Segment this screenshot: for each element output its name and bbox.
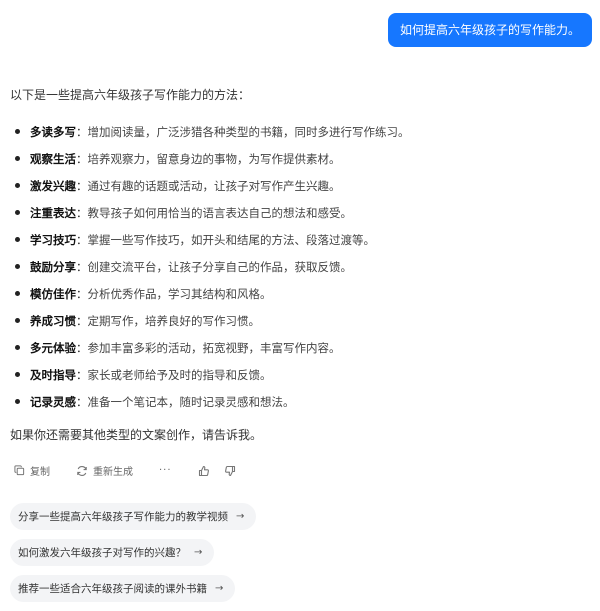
suggestion-chip[interactable]: 推荐一些适合六年级孩子阅读的课外书籍 →	[10, 575, 236, 602]
list-item: 及时指导：家长或老师给予及时的指导和反馈。	[10, 361, 592, 388]
suggestion-chip[interactable]: 如何激发六年级孩子对写作的兴趣？ →	[10, 539, 215, 566]
tip-separator: ：	[76, 259, 88, 274]
regenerate-icon	[76, 465, 88, 477]
bullet-dot	[15, 318, 20, 323]
list-item: 鼓励分享：创建交流平台，让孩子分享自己的作品，获取反馈。	[10, 253, 592, 280]
chat-page: 如何提高六年级孩子的写作能力。 以下是一些提高六年级孩子写作能力的方法： 多读多…	[0, 0, 600, 611]
reply-outro: 如果你还需要其他类型的文案创作，请告诉我。	[10, 428, 263, 442]
copy-label: 复制	[30, 467, 50, 478]
tip-separator: ：	[76, 286, 88, 301]
bullet-dot	[15, 345, 20, 350]
tip-description: 教导孩子如何用恰当的语言表达自己的想法和感受。	[87, 205, 353, 220]
list-item: 观察生活：培养观察力，留意身边的事物，为写作提供素材。	[10, 145, 592, 172]
list-item: 多元体验：参加丰富多彩的活动，拓宽视野，丰富写作内容。	[10, 334, 592, 361]
bullet-dot	[15, 372, 20, 377]
bullet-dot	[15, 237, 20, 242]
message-actions: 复制 重新生成 ···	[14, 463, 236, 478]
tip-title: 记录灵感	[30, 394, 76, 409]
dislike-button[interactable]	[224, 465, 236, 477]
bullet-dot	[15, 291, 20, 296]
bullet-dot	[15, 210, 20, 215]
bullet-dot	[15, 129, 20, 134]
tip-separator: ：	[76, 205, 88, 220]
tip-title: 鼓励分享	[30, 259, 76, 274]
tip-description: 创建交流平台，让孩子分享自己的作品，获取反馈。	[87, 259, 353, 274]
list-item: 养成习惯：定期写作，培养良好的写作习惯。	[10, 307, 592, 334]
tips-list: 多读多写：增加阅读量，广泛涉猎各种类型的书籍，同时多进行写作练习。 观察生活：培…	[10, 118, 592, 415]
tip-separator: ：	[76, 232, 88, 247]
tip-description: 培养观察力，留意身边的事物，为写作提供素材。	[87, 151, 341, 166]
reply-intro: 以下是一些提高六年级孩子写作能力的方法：	[10, 88, 251, 102]
list-item: 注重表达：教导孩子如何用恰当的语言表达自己的想法和感受。	[10, 199, 592, 226]
tip-title: 学习技巧	[30, 232, 76, 247]
tip-title: 多读多写	[30, 124, 76, 139]
bullet-dot	[15, 399, 20, 404]
tip-title: 多元体验	[30, 340, 76, 355]
copy-icon	[14, 465, 25, 476]
arrow-right-icon: →	[215, 583, 224, 594]
tip-description: 增加阅读量，广泛涉猎各种类型的书籍，同时多进行写作练习。	[87, 124, 410, 139]
list-item: 记录灵感：准备一个笔记本，随时记录灵感和想法。	[10, 388, 592, 415]
tip-title: 注重表达	[30, 205, 76, 220]
regenerate-label: 重新生成	[93, 467, 133, 478]
more-button[interactable]: ···	[159, 465, 172, 476]
tip-separator: ：	[76, 313, 88, 328]
user-message-bubble: 如何提高六年级孩子的写作能力。	[387, 13, 592, 47]
suggestion-text: 推荐一些适合六年级孩子阅读的课外书籍	[18, 583, 207, 595]
tip-separator: ：	[76, 124, 88, 139]
tip-description: 分析优秀作品，学习其结构和风格。	[87, 286, 272, 301]
tip-description: 通过有趣的话题或活动，让孩子对写作产生兴趣。	[87, 178, 341, 193]
tip-separator: ：	[76, 340, 88, 355]
tip-separator: ：	[76, 367, 88, 382]
suggestion-chip[interactable]: 分享一些提高六年级孩子写作能力的教学视频 →	[10, 503, 257, 530]
suggested-questions: 分享一些提高六年级孩子写作能力的教学视频 → 如何激发六年级孩子对写作的兴趣？ …	[10, 503, 257, 611]
bullet-dot	[15, 156, 20, 161]
tip-description: 家长或老师给予及时的指导和反馈。	[87, 367, 272, 382]
tip-title: 激发兴趣	[30, 178, 76, 193]
more-label: ···	[159, 465, 172, 476]
tip-title: 观察生活	[30, 151, 76, 166]
bullet-dot	[15, 183, 20, 188]
tip-separator: ：	[76, 178, 88, 193]
tip-description: 参加丰富多彩的活动，拓宽视野，丰富写作内容。	[87, 340, 341, 355]
tip-separator: ：	[76, 394, 88, 409]
suggestion-text: 分享一些提高六年级孩子写作能力的教学视频	[18, 511, 228, 523]
bullet-dot	[15, 264, 20, 269]
like-button[interactable]	[198, 465, 210, 477]
suggestion-text: 如何激发六年级孩子对写作的兴趣？	[18, 547, 186, 559]
tip-description: 准备一个笔记本，随时记录灵感和想法。	[87, 394, 295, 409]
arrow-right-icon: →	[194, 547, 203, 558]
tip-description: 掌握一些写作技巧，如开头和结尾的方法、段落过渡等。	[87, 232, 376, 247]
arrow-right-icon: →	[236, 511, 245, 522]
list-item: 多读多写：增加阅读量，广泛涉猎各种类型的书籍，同时多进行写作练习。	[10, 118, 592, 145]
list-item: 激发兴趣：通过有趣的话题或活动，让孩子对写作产生兴趣。	[10, 172, 592, 199]
tip-title: 养成习惯	[30, 313, 76, 328]
list-item: 模仿佳作：分析优秀作品，学习其结构和风格。	[10, 280, 592, 307]
thumbs-down-icon	[224, 465, 236, 477]
tip-description: 定期写作，培养良好的写作习惯。	[87, 313, 261, 328]
tip-title: 及时指导	[30, 367, 76, 382]
thumbs-up-icon	[198, 465, 210, 477]
copy-button[interactable]: 复制	[14, 463, 50, 478]
regenerate-button[interactable]: 重新生成	[76, 463, 133, 478]
tip-title: 模仿佳作	[30, 286, 76, 301]
tip-separator: ：	[76, 151, 88, 166]
list-item: 学习技巧：掌握一些写作技巧，如开头和结尾的方法、段落过渡等。	[10, 226, 592, 253]
